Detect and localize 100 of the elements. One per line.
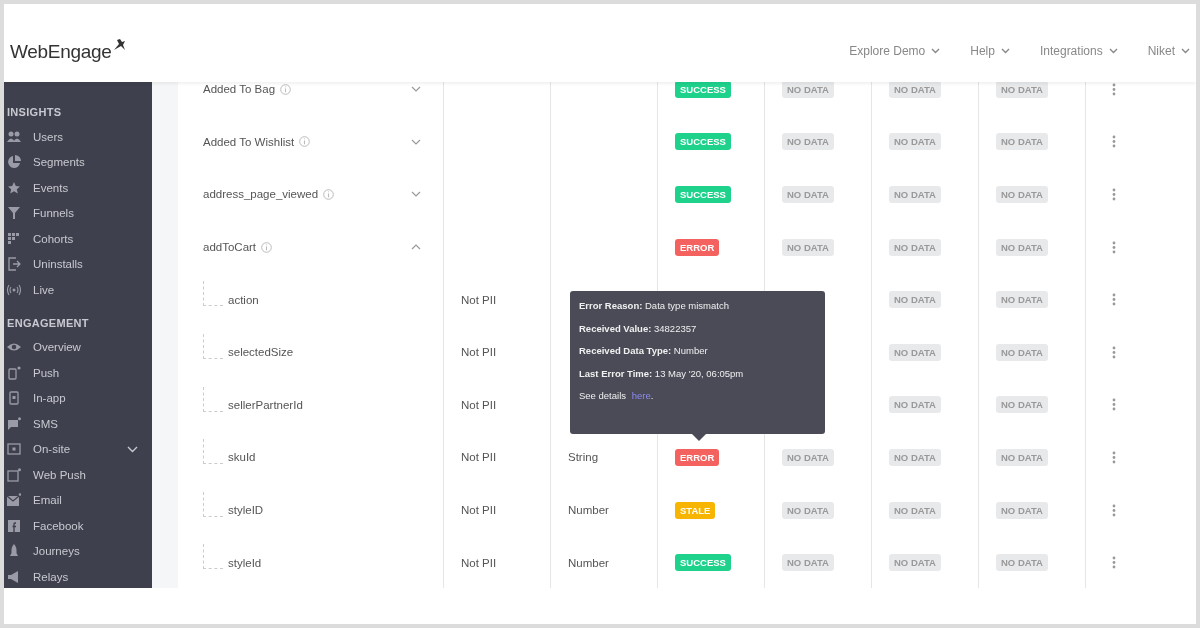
no-data-badge: NO DATA [889,238,941,256]
event-name: Added To Bag [203,83,276,96]
sidebar-item[interactable]: Email [4,487,152,513]
tree-connector-line [203,491,223,517]
live-icon [7,282,21,297]
chevron-up-icon[interactable] [411,244,421,251]
pii-cell: Not PII [461,293,497,306]
status-badge: ERROR [675,238,720,256]
no-data-badge: NO DATA [782,186,834,203]
no-data-badge: NO DATA [996,291,1048,309]
chat-icon [7,416,21,431]
inapp-icon [7,391,21,406]
info-icon[interactable] [323,189,335,200]
no-data-badge: NO DATA [889,343,941,361]
sidebar-item[interactable]: Push [4,360,152,386]
chevron-down-icon[interactable] [411,138,421,145]
data-type-cell: String [568,451,599,464]
facebook-icon [7,518,21,533]
sidebar-item[interactable]: Facebook [4,513,152,539]
chevron-down-icon[interactable] [411,86,421,93]
chevron-down-icon [1108,48,1118,54]
tooltip-text: See details here. [579,390,655,403]
sidebar-item[interactable]: Live [4,277,152,303]
no-data-badge: NO DATA [996,396,1048,414]
sidebar-item[interactable]: Relays [4,564,152,588]
event-name: sellerPartnerId [228,398,303,411]
logo[interactable]: WebEngage [10,41,112,63]
no-data-badge: NO DATA [996,554,1048,572]
tooltip-text: Error Reason: Data type mismatch [579,300,730,313]
info-icon[interactable] [280,83,292,95]
more-options-icon[interactable] [1112,556,1116,570]
section-heading: INSIGHTS [6,105,63,120]
sidebar-item[interactable]: Web Push [4,462,152,488]
more-options-icon[interactable] [1112,450,1116,464]
event-name: action [228,293,259,306]
info-icon[interactable] [261,241,273,253]
window-icon [7,442,21,457]
data-type-cell: Number [568,556,609,569]
sidebar-item[interactable]: Events [4,175,152,201]
more-options-icon[interactable] [1112,503,1116,517]
no-data-badge: NO DATA [782,554,834,572]
no-data-badge: NO DATA [996,343,1048,361]
tooltip-text: Received Value: 34822357 [579,322,698,336]
tree-connector-line [203,544,223,570]
sidebar-item[interactable]: In-app [4,385,152,411]
nav-menu[interactable]: Integrations [1039,44,1118,58]
mail-icon [7,493,21,508]
more-options-icon[interactable] [1112,398,1116,412]
more-options-icon[interactable] [1112,345,1116,359]
no-data-badge: NO DATA [996,133,1048,151]
sidebar-item[interactable]: Segments [4,149,152,175]
section-heading: ENGAGEMENT [6,315,90,331]
chevron-down-icon [1000,48,1010,54]
status-badge: SUCCESS [675,186,731,203]
grid-icon [7,231,21,246]
sidebar-item[interactable]: Overview [4,334,152,360]
funnel-icon [7,206,21,221]
more-options-icon[interactable] [1112,82,1116,96]
no-data-badge: NO DATA [889,554,941,572]
status-badge: ERROR [675,448,720,466]
star-icon [7,180,21,195]
no-data-badge: NO DATA [996,186,1048,203]
sidebar-item[interactable]: SMS [4,411,152,437]
tree-connector-line [203,439,223,465]
browser-icon [7,467,21,482]
info-icon[interactable] [299,136,311,148]
more-options-icon[interactable] [1112,240,1116,254]
sidebar-item[interactable]: Journeys [4,538,152,564]
pii-cell: Not PII [461,451,497,464]
status-badge: SUCCESS [675,133,731,151]
no-data-badge: NO DATA [996,82,1048,98]
sidebar-item[interactable]: Uninstalls [4,251,152,277]
event-name: styleID [228,504,264,517]
nav-menu[interactable]: Niket [1147,44,1190,58]
phone-icon [7,365,21,380]
chevron-down-icon[interactable] [411,191,421,198]
nav-menu[interactable]: Explore Demo [849,44,941,58]
sidebar-item[interactable]: Cohorts [4,226,152,252]
tooltip-text: Received Data Type: Number [579,345,709,358]
no-data-badge: NO DATA [782,448,834,466]
no-data-badge: NO DATA [782,238,834,256]
status-badge: STALE [675,501,716,519]
status-badge: SUCCESS [675,554,731,572]
no-data-badge: NO DATA [996,501,1048,519]
more-options-icon[interactable] [1112,188,1116,201]
event-name: addToCart [203,241,257,254]
exit-icon [7,257,21,272]
sidebar-item[interactable]: On-site [4,436,152,462]
nav-menu[interactable]: Help [970,44,1010,58]
pii-cell: Not PII [461,504,497,517]
sidebar-item[interactable]: Funnels [4,200,152,226]
more-options-icon[interactable] [1112,293,1116,307]
chevron-down-icon[interactable] [127,445,138,453]
event-name: selectedSize [228,346,294,359]
chevron-down-icon [1181,48,1190,54]
no-data-badge: NO DATA [782,133,834,151]
more-options-icon[interactable] [1112,135,1116,149]
no-data-badge: NO DATA [782,501,834,519]
pii-cell: Not PII [461,556,497,569]
sidebar-item[interactable]: Users [4,124,152,150]
